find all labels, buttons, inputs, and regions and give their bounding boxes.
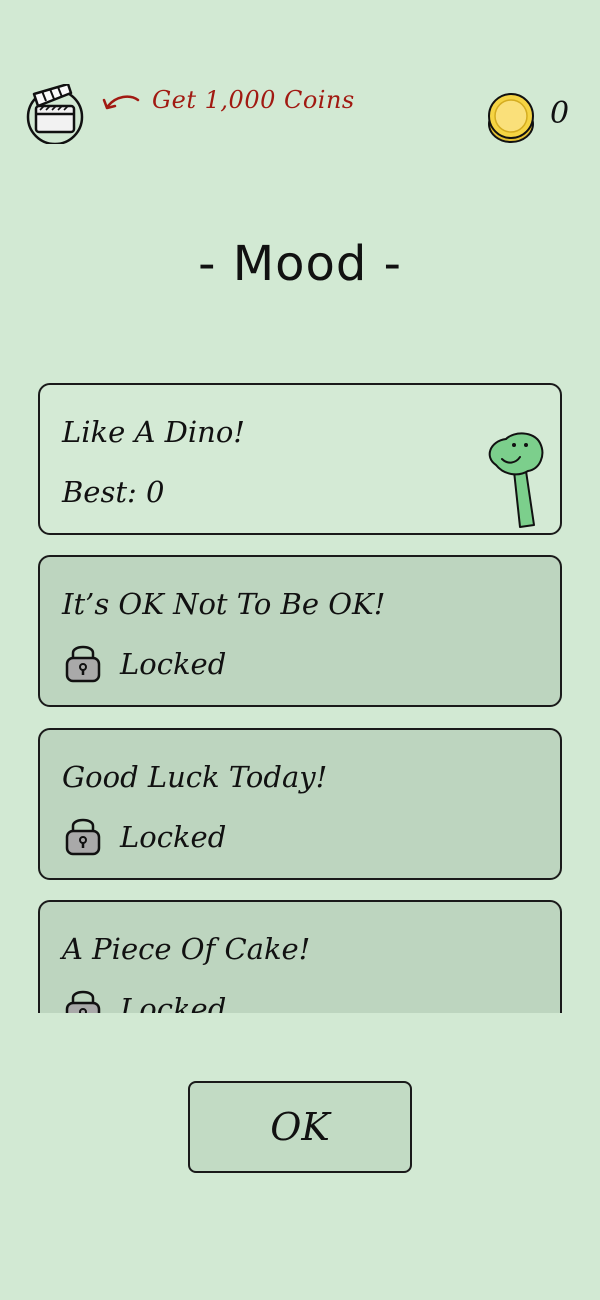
watch-ad-button[interactable]	[26, 82, 86, 146]
curved-arrow-icon	[102, 95, 140, 110]
clapperboard-icon	[26, 82, 84, 146]
mood-title: Like A Dino!	[62, 415, 245, 449]
locked-label: Locked	[120, 992, 227, 1013]
lock-icon	[65, 645, 101, 683]
mood-card-piece-of-cake[interactable]: A Piece Of Cake! Locked	[38, 900, 562, 1013]
lock-icon	[65, 990, 101, 1013]
locked-label: Locked	[120, 647, 227, 681]
mood-card-good-luck-today[interactable]: Good Luck Today! Locked	[38, 728, 562, 880]
coin-count: 0	[550, 96, 570, 131]
best-score: Best: 0	[62, 475, 165, 509]
gold-coin-icon	[488, 93, 534, 143]
mood-title: It’s OK Not To Be OK!	[62, 587, 386, 621]
get-coins-label[interactable]: Get 1,000 Coins	[152, 86, 355, 114]
mood-card-its-ok[interactable]: It’s OK Not To Be OK! Locked	[38, 555, 562, 707]
page-title: - Mood -	[198, 236, 402, 292]
ok-button[interactable]: OK	[188, 1081, 412, 1173]
dino-icon	[488, 432, 544, 528]
locked-label: Locked	[120, 820, 227, 854]
mood-card-like-a-dino[interactable]: Like A Dino! Best: 0	[38, 383, 562, 535]
mood-list[interactable]: Like A Dino! Best: 0 It’s OK Not To Be O…	[38, 383, 562, 1013]
lock-icon	[65, 818, 101, 856]
top-bar: Get 1,000 Coins 0	[0, 0, 600, 160]
mood-title: A Piece Of Cake!	[62, 932, 311, 966]
mood-title: Good Luck Today!	[62, 760, 328, 794]
